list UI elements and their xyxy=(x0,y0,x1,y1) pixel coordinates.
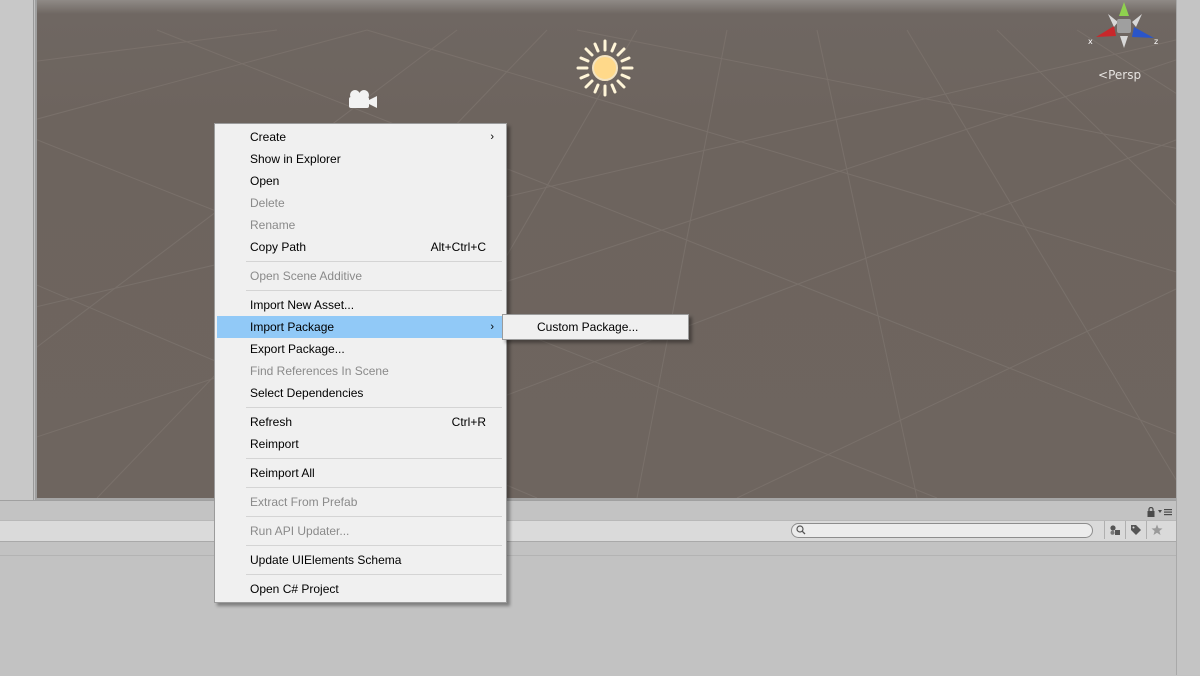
menu-item-update-uielements-schema[interactable]: Update UIElements Schema xyxy=(217,549,504,571)
gizmo-y-cone[interactable] xyxy=(1119,2,1129,16)
menu-item-label: Import Package xyxy=(250,320,335,334)
menu-item-rename[interactable]: Rename xyxy=(217,214,504,236)
menu-item-select-dependencies[interactable]: Select Dependencies xyxy=(217,382,504,404)
gizmo-neg-x-cone[interactable] xyxy=(1108,14,1118,27)
filter-by-label-icon xyxy=(1131,525,1141,535)
filter-by-label-button[interactable] xyxy=(1125,521,1146,539)
gizmo-neg-y-cone[interactable] xyxy=(1120,36,1128,48)
persp-label: Persp xyxy=(1108,68,1142,82)
menu-item-label: Extract From Prefab xyxy=(250,495,358,509)
filter-by-type-icon xyxy=(1110,525,1120,535)
project-window-tab-bar xyxy=(0,500,1176,521)
menu-item-extract-from-prefab[interactable]: Extract From Prefab xyxy=(217,491,504,513)
menu-item-label: Import New Asset... xyxy=(250,298,355,312)
menu-item-label: Create xyxy=(250,130,287,144)
menu-item-label: Update UIElements Schema xyxy=(250,553,402,567)
gizmo-center-cube[interactable] xyxy=(1117,19,1131,33)
directional-light-icon[interactable] xyxy=(575,38,635,98)
search-icon xyxy=(796,525,806,535)
menu-item-label: Select Dependencies xyxy=(250,386,364,400)
menu-item-export-package[interactable]: Export Package... xyxy=(217,338,504,360)
gizmo-neg-z-cone[interactable] xyxy=(1132,14,1142,27)
menu-item-reimport[interactable]: Reimport xyxy=(217,433,504,455)
menu-item-copy-path[interactable]: Copy Path Alt+Ctrl+C xyxy=(217,236,504,258)
menu-item-run-api-updater[interactable]: Run API Updater... xyxy=(217,520,504,542)
menu-separator xyxy=(246,458,502,459)
orientation-gizmo[interactable]: x z xyxy=(1084,0,1164,52)
menu-item-show-in-explorer[interactable]: Show in Explorer xyxy=(217,148,504,170)
menu-item-label: Show in Explorer xyxy=(250,152,341,166)
menu-item-label: Reimport All xyxy=(250,466,315,480)
filter-by-type-button[interactable] xyxy=(1104,521,1125,539)
menu-item-label: Open Scene Additive xyxy=(250,269,363,283)
menu-item-shortcut: Alt+Ctrl+C xyxy=(430,240,486,254)
menu-separator xyxy=(246,407,502,408)
menu-item-delete[interactable]: Delete xyxy=(217,192,504,214)
menu-item-label: Copy Path xyxy=(250,240,307,254)
menu-separator xyxy=(246,290,502,291)
menu-item-label: Rename xyxy=(250,218,296,232)
menu-item-label: Delete xyxy=(250,196,285,210)
menu-separator xyxy=(246,545,502,546)
menu-item-refresh[interactable]: Refresh Ctrl+R xyxy=(217,411,504,433)
menu-item-import-package[interactable]: Import Package › xyxy=(217,316,504,338)
submenu-arrow-icon: › xyxy=(490,321,494,333)
camera-gizmo-icon[interactable] xyxy=(345,88,379,112)
asset-context-menu: Create › Show in Explorer Open Delete Re… xyxy=(214,123,507,603)
menu-item-label: Open C# Project xyxy=(250,582,339,596)
menu-item-label: Find References In Scene xyxy=(250,364,389,378)
menu-separator xyxy=(246,574,502,575)
lock-icon[interactable] xyxy=(1146,507,1156,517)
panel-menu-icon[interactable] xyxy=(1158,507,1172,517)
gizmo-z-label: z xyxy=(1154,37,1158,46)
project-search-input[interactable] xyxy=(791,523,1093,538)
menu-item-label: Custom Package... xyxy=(537,320,639,334)
perspective-toggle[interactable]: <Persp xyxy=(1098,68,1141,82)
menu-item-label: Export Package... xyxy=(250,342,345,356)
menu-item-open[interactable]: Open xyxy=(217,170,504,192)
gizmo-z-cone[interactable] xyxy=(1132,27,1154,38)
menu-item-import-new-asset[interactable]: Import New Asset... xyxy=(217,294,504,316)
submenu-item-custom-package[interactable]: Custom Package... xyxy=(504,316,687,338)
menu-item-label: Reimport xyxy=(250,437,299,451)
project-content-area[interactable] xyxy=(0,555,1176,676)
right-editor-strip xyxy=(1176,0,1200,675)
favorite-filter-button[interactable] xyxy=(1146,521,1167,539)
menu-separator xyxy=(246,516,502,517)
menu-separator xyxy=(246,261,502,262)
menu-item-shortcut: Ctrl+R xyxy=(451,415,486,429)
menu-item-label: Run API Updater... xyxy=(250,524,350,538)
favorite-star-icon xyxy=(1151,524,1163,535)
menu-item-open-csharp-project[interactable]: Open C# Project xyxy=(217,578,504,600)
menu-item-label: Open xyxy=(250,174,280,188)
menu-separator xyxy=(246,487,502,488)
menu-item-create[interactable]: Create › xyxy=(217,126,504,148)
import-package-submenu: Custom Package... xyxy=(502,314,689,340)
menu-item-label: Refresh xyxy=(250,415,293,429)
menu-item-find-references-in-scene[interactable]: Find References In Scene xyxy=(217,360,504,382)
gizmo-x-label: x xyxy=(1088,37,1093,46)
menu-item-reimport-all[interactable]: Reimport All xyxy=(217,462,504,484)
gizmo-x-cone[interactable] xyxy=(1096,26,1116,37)
left-editor-panel xyxy=(0,0,34,500)
submenu-arrow-icon: › xyxy=(490,131,494,143)
menu-item-open-scene-additive[interactable]: Open Scene Additive xyxy=(217,265,504,287)
